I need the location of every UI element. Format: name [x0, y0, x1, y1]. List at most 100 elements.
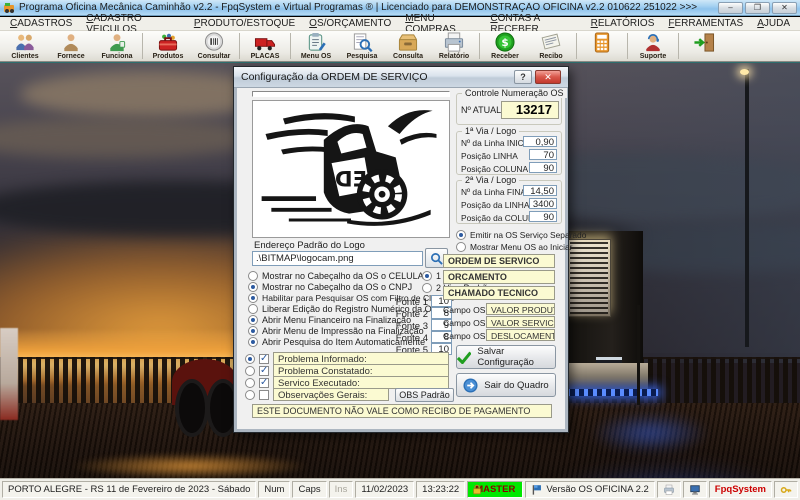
campo-os2-field[interactable]: VALOR SERVICOS [486, 316, 555, 328]
dialog-close-button[interactable]: ✕ [535, 70, 561, 84]
toolbar-placas-button[interactable]: PLACAS [242, 31, 288, 61]
menu-cadastros[interactable]: CADASTROS [4, 18, 78, 29]
radio-icon[interactable] [248, 336, 258, 347]
option-header-cnpj[interactable]: Mostrar no Cabeçalho da OS o CNPJ [248, 281, 420, 292]
calculator-icon [594, 32, 610, 53]
printer-icon [664, 484, 674, 495]
toolbar-receber-button[interactable]: $ Receber [482, 31, 528, 61]
logo-path-input[interactable]: .\BITMAP\logocam.png [252, 251, 423, 266]
obs-padrao-button[interactable]: OBS Padrão [395, 388, 454, 402]
status-print[interactable] [656, 481, 681, 498]
radio-icon[interactable] [422, 282, 432, 293]
checkbox-icon[interactable] [259, 353, 269, 364]
checkbox-icon[interactable] [259, 389, 269, 400]
status-network[interactable] [682, 481, 707, 498]
toolbar: Clientes Fornece Funciona Produtos Consu… [0, 31, 800, 62]
truck-logo-art: ED [261, 110, 437, 226]
radio-icon[interactable] [248, 270, 258, 281]
linha-final-input[interactable]: 14,50 [523, 185, 557, 196]
linha-inicial-input[interactable]: 0,90 [523, 136, 557, 147]
printer-icon [444, 32, 464, 52]
radio-icon[interactable] [245, 377, 255, 388]
menu-relatorios[interactable]: RELATÓRIOS [585, 18, 661, 29]
posicao-coluna1-input[interactable]: 90 [529, 162, 557, 173]
radio-icon[interactable] [456, 241, 466, 252]
document-search-icon [353, 33, 373, 53]
menu-ajuda[interactable]: AJUDA [751, 18, 796, 29]
radio-icon[interactable] [245, 365, 255, 376]
via1-group: 1ª Via / Logo Nº da Linha INICIAL 0,90 P… [456, 126, 562, 175]
status-brand: FpqSystem [708, 481, 772, 498]
observacoes-gerais-field[interactable]: Observações Gerais: [273, 388, 389, 401]
menu-produto-estoque[interactable]: PRODUTO/ESTOQUE [188, 18, 301, 29]
numbering-group: Controle Numeração OS Nº ATUAL 13217 [456, 88, 567, 125]
toolbar-fornecedor-button[interactable]: Fornece [48, 31, 94, 61]
checkbox-icon[interactable] [259, 365, 269, 376]
toolbar-separator [479, 33, 480, 59]
toolbar-relatorio-button[interactable]: Relatório [431, 31, 477, 61]
radio-icon[interactable] [248, 314, 258, 325]
dialog-help-button[interactable]: ? [514, 70, 532, 84]
toolbar-sair-button[interactable] [681, 31, 727, 61]
option-mostrar-menu-os[interactable]: Mostrar Menu OS ao Iniciar [456, 241, 572, 252]
row-problema-constatado: Problema Constatado: [245, 364, 455, 377]
option-emitir-separado[interactable]: Emitir na OS Serviço Separado [456, 229, 586, 240]
supplier-icon [64, 34, 78, 52]
employee-icon [110, 34, 126, 52]
posicao-linha1-input[interactable]: 70 [529, 149, 557, 160]
toolbar-menu-os-button[interactable]: Menu OS [293, 31, 339, 61]
numero-atual-value[interactable]: 13217 [501, 101, 559, 119]
radio-icon[interactable] [248, 292, 258, 303]
radio-icon[interactable] [245, 389, 255, 400]
minimize-button[interactable]: – [718, 1, 743, 14]
status-version: Versão OS OFICINA 2.2 [525, 481, 655, 498]
fonte2-label: Fonte 2 [395, 309, 428, 320]
radio-icon[interactable] [248, 325, 258, 336]
salvar-configuracao-button[interactable]: Salvar Configuração [456, 345, 556, 369]
support-headset-icon [646, 34, 660, 52]
radio-icon[interactable] [422, 270, 432, 281]
maximize-button[interactable]: ❐ [745, 1, 770, 14]
dialog-title: Configuração da ORDEM DE SERVIÇO [241, 71, 428, 83]
toolbar-separator [239, 33, 240, 59]
flag-icon [533, 485, 542, 495]
menu-ferramentas[interactable]: FERRAMENTAS [662, 18, 749, 29]
posicao-linha2-input[interactable]: 3400 [529, 198, 557, 209]
toolbar-separator [627, 33, 628, 59]
toolbar-calculadora-button[interactable] [579, 31, 625, 61]
numero-atual-label: Nº ATUAL [461, 105, 502, 115]
campo-os1-field[interactable]: VALOR PRODUTOS [486, 303, 555, 315]
menu-os-orcamento[interactable]: OS/ORÇAMENTO [303, 18, 397, 29]
posicao-coluna2-input[interactable]: 90 [529, 211, 557, 222]
radio-icon[interactable] [248, 281, 258, 292]
toolbar-clientes-button[interactable]: Clientes [2, 31, 48, 61]
toolbar-produtos-button[interactable]: Produtos [145, 31, 191, 61]
toolbar-consulta-button[interactable]: Consulta [385, 31, 431, 61]
sair-do-quadro-button[interactable]: Sair do Quadro [456, 373, 556, 397]
toolbar-consultar-button[interactable]: Consultar [191, 31, 237, 61]
radio-icon[interactable] [456, 229, 466, 240]
fonte1-label: Fonte 1 [395, 297, 428, 308]
monitor-icon [690, 484, 700, 495]
doc-type-chamado-field[interactable]: CHAMADO TECNICO [443, 286, 555, 300]
radio-icon[interactable] [245, 353, 255, 364]
svg-text:$: $ [501, 37, 508, 49]
doc-type-os-field[interactable]: ORDEM DE SERVICO [443, 254, 555, 268]
toolbar-recibo-button[interactable]: Recibo [528, 31, 574, 61]
app-icon [4, 2, 14, 13]
close-button[interactable]: ✕ [772, 1, 797, 14]
truck-grille [567, 239, 611, 317]
left-truck-silhouette [0, 328, 18, 420]
doc-type-orcamento-field[interactable]: ORCAMENTO [443, 270, 555, 284]
status-key [774, 481, 798, 498]
campo-os3-field[interactable]: DESLOCAMENTO [486, 329, 555, 341]
app-window: Programa Oficina Mecânica Caminhão v2.2 … [0, 0, 800, 500]
toolbar-funcionario-button[interactable]: Funciona [94, 31, 140, 61]
toolbar-suporte-button[interactable]: Suporte [630, 31, 676, 61]
option-header-celular[interactable]: Mostrar no Cabeçalho da OS o CELULAR [248, 270, 430, 281]
toolbar-pesquisa-button[interactable]: Pesquisa [339, 31, 385, 61]
checkbox-icon[interactable] [259, 377, 269, 388]
drawer-icon [398, 34, 418, 51]
barcode-search-icon [204, 32, 224, 51]
radio-icon[interactable] [248, 303, 258, 314]
